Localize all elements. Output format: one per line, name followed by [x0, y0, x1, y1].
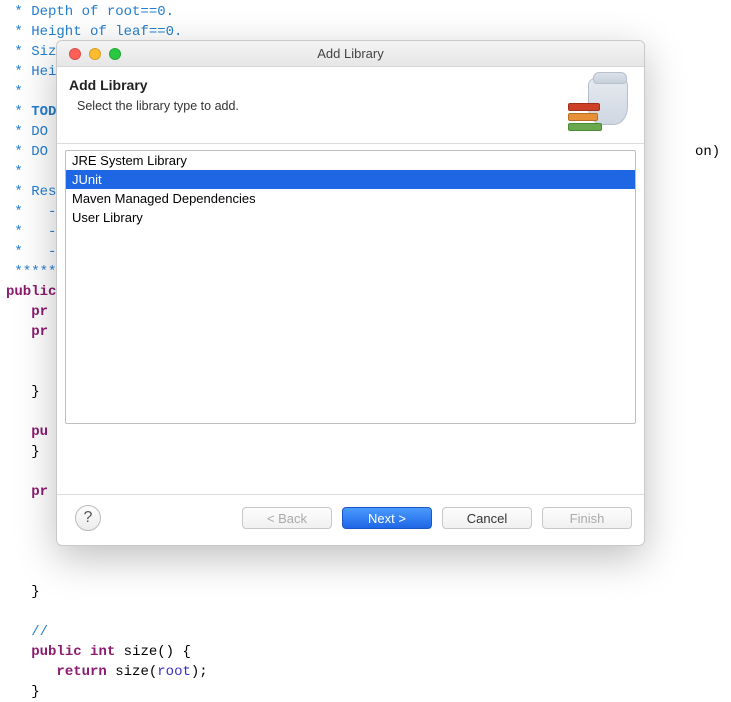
library-jar-icon [568, 77, 632, 131]
list-item[interactable]: Maven Managed Dependencies [66, 189, 635, 208]
dialog-heading: Add Library [69, 77, 239, 93]
window-title: Add Library [57, 46, 644, 61]
finish-button: Finish [542, 507, 632, 529]
window-controls [57, 48, 121, 60]
zoom-icon[interactable] [109, 48, 121, 60]
library-type-list[interactable]: JRE System Library JUnit Maven Managed D… [65, 150, 636, 424]
add-library-dialog: Add Library Add Library Select the libra… [56, 40, 645, 546]
next-button[interactable]: Next > [342, 507, 432, 529]
list-item[interactable]: JRE System Library [66, 151, 635, 170]
dialog-footer: ? < Back Next > Cancel Finish [57, 494, 644, 545]
cancel-button[interactable]: Cancel [442, 507, 532, 529]
close-icon[interactable] [69, 48, 81, 60]
minimize-icon[interactable] [89, 48, 101, 60]
titlebar[interactable]: Add Library [57, 41, 644, 67]
list-item[interactable]: User Library [66, 208, 635, 227]
back-button: < Back [242, 507, 332, 529]
help-button[interactable]: ? [75, 505, 101, 531]
dialog-subheading: Select the library type to add. [69, 99, 239, 113]
dialog-header: Add Library Select the library type to a… [57, 67, 644, 144]
list-item[interactable]: JUnit [66, 170, 635, 189]
